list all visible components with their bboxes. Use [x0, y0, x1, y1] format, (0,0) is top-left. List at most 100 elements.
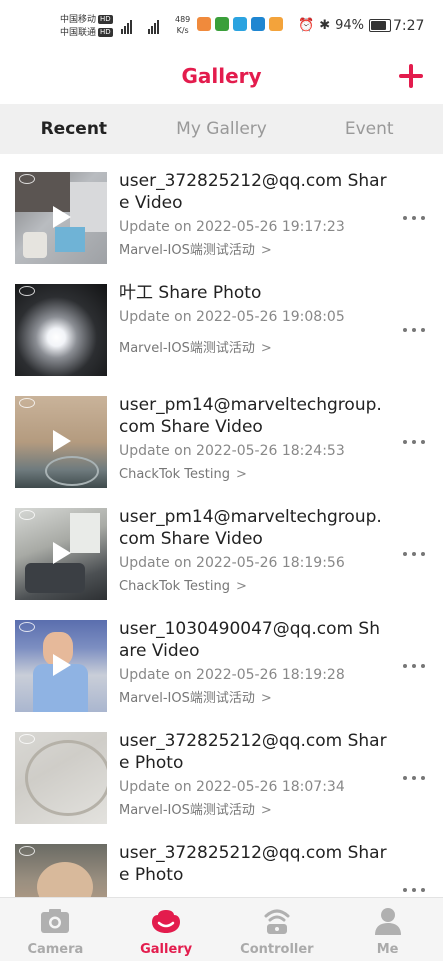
chevron-right-icon: > [236, 579, 247, 594]
list-item[interactable]: user_pm14@marveltechgroup.com Share Vide… [0, 378, 443, 490]
item-date: Update on 2022-05-26 18:07:34 [119, 779, 345, 795]
bluetooth-icon: ✱ [319, 18, 331, 33]
status-bar: 中国移动 HD 中国联通 HD 489 K/s ⏰ ✱ 94% 7:27 [0, 0, 443, 56]
event-link[interactable]: Marvel-IOS端测试活动 > [119, 802, 389, 819]
alarm-icon: ⏰ [298, 18, 315, 33]
nav-camera[interactable]: Camera [0, 898, 111, 961]
item-title: user_372825212@qq.com Share Photo [119, 731, 387, 773]
nav-controller[interactable]: Controller [222, 898, 333, 961]
play-icon [53, 654, 71, 676]
item-title: user_pm14@marveltechgroup.com Share Vide… [119, 395, 382, 437]
clock: 7:27 [393, 18, 425, 34]
nav-label: Me [376, 942, 399, 957]
watermark-icon [19, 286, 35, 296]
event-link[interactable]: Marvel-IOS端测试活动 > [119, 242, 389, 259]
list-item[interactable]: user_372825212@qq.com Share Video Update… [0, 154, 443, 266]
item-date: Update on 2022-05-26 18:19:56 [119, 555, 345, 571]
hd-badge: HD [98, 15, 113, 24]
chevron-right-icon: > [236, 467, 247, 482]
event-name: Marvel-IOS端测试活动 [119, 803, 255, 818]
item-title: user_372825212@qq.com Share Photo [119, 843, 387, 885]
person-icon [374, 908, 401, 935]
item-info: user_1030490047@qq.com Share Video Updat… [119, 618, 389, 707]
event-link[interactable]: ChackTok Testing > [119, 578, 389, 595]
system-icons: ⏰ ✱ 94% [298, 18, 391, 33]
chevron-right-icon: > [260, 691, 272, 706]
thumbnail[interactable] [15, 732, 107, 824]
watermark-icon [19, 622, 35, 632]
play-icon [53, 430, 71, 452]
watermark-icon [19, 174, 35, 184]
item-title: 叶工 Share Photo [119, 283, 262, 303]
tab-my-gallery[interactable]: My Gallery [148, 104, 296, 154]
item-info: user_372825212@qq.com Share Photo [119, 842, 389, 892]
hd-badge: HD [98, 28, 113, 37]
more-button[interactable] [403, 440, 425, 444]
controller-icon [264, 909, 290, 934]
tab-recent[interactable]: Recent [0, 104, 148, 154]
list-item[interactable]: user_pm14@marveltechgroup.com Share Vide… [0, 490, 443, 602]
watermark-icon [19, 734, 35, 744]
list-item[interactable]: user_372825212@qq.com Share Photo [0, 826, 443, 897]
item-info: user_pm14@marveltechgroup.com Share Vide… [119, 394, 389, 483]
event-link[interactable]: Marvel-IOS端测试活动 > [119, 690, 389, 707]
app-header: Gallery [0, 56, 443, 104]
event-name: Marvel-IOS端测试活动 [119, 691, 255, 706]
signal-icon [148, 16, 159, 34]
list-item[interactable]: user_1030490047@qq.com Share Video Updat… [0, 602, 443, 714]
item-info: user_pm14@marveltechgroup.com Share Vide… [119, 506, 389, 595]
item-date: Update on 2022-05-26 19:08:05 [119, 309, 345, 325]
thumbnail[interactable] [15, 844, 107, 897]
carrier-1: 中国移动 [60, 15, 97, 25]
event-link[interactable]: Marvel-IOS端测试活动 > [119, 340, 389, 357]
list-item[interactable]: 叶工 Share Photo Update on 2022-05-26 19:0… [0, 266, 443, 378]
more-button[interactable] [403, 664, 425, 668]
tab-bar: Recent My Gallery Event [0, 104, 443, 154]
nav-label: Gallery [140, 942, 193, 957]
page-title: Gallery [181, 64, 262, 88]
nav-me[interactable]: Me [332, 898, 443, 961]
list-item[interactable]: user_372825212@qq.com Share Photo Update… [0, 714, 443, 826]
battery-icon [369, 19, 391, 32]
more-button[interactable] [403, 888, 425, 892]
add-button[interactable] [395, 60, 427, 92]
app-notification-icon [269, 17, 283, 31]
item-date: Update on 2022-05-26 18:24:53 [119, 443, 345, 459]
camera-icon [41, 909, 70, 933]
more-button[interactable] [403, 552, 425, 556]
item-info: user_372825212@qq.com Share Photo Update… [119, 730, 389, 819]
more-button[interactable] [403, 216, 425, 220]
play-icon [53, 542, 71, 564]
item-title: user_pm14@marveltechgroup.com Share Vide… [119, 507, 382, 549]
event-link[interactable]: ChackTok Testing > [119, 466, 389, 483]
event-name: ChackTok Testing [119, 579, 231, 594]
more-button[interactable] [403, 776, 425, 780]
notification-icons [197, 17, 283, 31]
thumbnail[interactable] [15, 172, 107, 264]
chevron-right-icon: > [260, 803, 272, 818]
event-name: Marvel-IOS端测试活动 [119, 341, 255, 356]
item-info: user_372825212@qq.com Share Video Update… [119, 170, 389, 259]
more-button[interactable] [403, 328, 425, 332]
app-notification-icon [197, 17, 211, 31]
thumbnail[interactable] [15, 284, 107, 376]
thumbnail[interactable] [15, 396, 107, 488]
nav-label: Camera [27, 942, 84, 957]
thumbnail[interactable] [15, 620, 107, 712]
chevron-right-icon: > [260, 341, 272, 356]
tab-event[interactable]: Event [295, 104, 443, 154]
wechat-icon [215, 17, 229, 31]
thumbnail[interactable] [15, 508, 107, 600]
nav-gallery[interactable]: Gallery [111, 898, 222, 961]
chevron-right-icon: > [260, 243, 272, 258]
net-speed: 489 K/s [175, 14, 190, 36]
watermark-icon [19, 398, 35, 408]
carrier-info: 中国移动 HD 中国联通 HD [60, 14, 113, 40]
bottom-nav: Camera Gallery Controller Me [0, 897, 443, 961]
item-title: user_372825212@qq.com Share Video [119, 171, 387, 213]
gallery-icon [152, 910, 181, 933]
app-notification-icon [251, 17, 265, 31]
item-date: Update on 2022-05-26 18:19:28 [119, 667, 345, 683]
net-speed-value: 489 [175, 15, 191, 24]
item-title: user_1030490047@qq.com Share Video [119, 619, 381, 661]
